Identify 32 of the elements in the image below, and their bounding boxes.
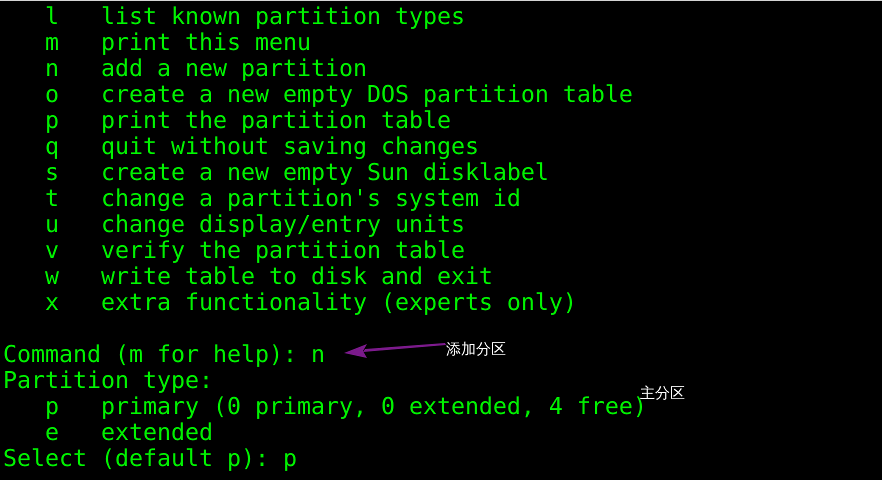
- option-description: extra functionality (experts only): [101, 290, 577, 316]
- option-key: p: [45, 394, 101, 420]
- option-description: add a new partition: [101, 56, 367, 82]
- option-key: s: [45, 160, 101, 186]
- option-description: quit without saving changes: [101, 134, 479, 160]
- option-key: q: [45, 134, 101, 160]
- terminal-line: Select (default p): p: [3, 446, 297, 472]
- option-description: change display/entry units: [101, 212, 465, 238]
- option-key: t: [45, 186, 101, 212]
- option-description: create a new empty Sun disklabel: [101, 160, 549, 186]
- option-key: n: [45, 56, 101, 82]
- option-key: w: [45, 264, 101, 290]
- option-description: write table to disk and exit: [101, 264, 493, 290]
- option-key: p: [45, 108, 101, 134]
- option-description: verify the partition table: [101, 238, 465, 264]
- option-key: l: [45, 4, 101, 30]
- arrow-icon: [343, 341, 447, 359]
- option-description: extended: [101, 420, 213, 446]
- terminal-line: Command (m for help): n: [3, 342, 325, 368]
- option-key: o: [45, 82, 101, 108]
- option-description: change a partition's system id: [101, 186, 521, 212]
- option-key: e: [45, 420, 101, 446]
- option-description: create a new empty DOS partition table: [101, 82, 633, 108]
- terminal-line: Partition type:: [3, 368, 213, 394]
- option-key: x: [45, 290, 101, 316]
- option-description: print this menu: [101, 30, 311, 56]
- option-description: print the partition table: [101, 108, 451, 134]
- option-key: u: [45, 212, 101, 238]
- option-key: m: [45, 30, 101, 56]
- option-description: list known partition types: [101, 4, 465, 30]
- annotation-label: 添加分区: [446, 340, 506, 359]
- option-key: v: [45, 238, 101, 264]
